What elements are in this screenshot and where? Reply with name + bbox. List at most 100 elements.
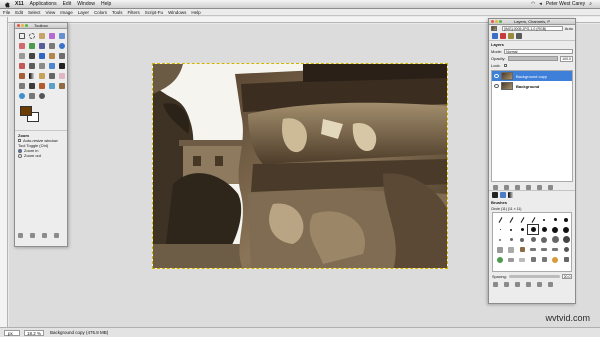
brush-item[interactable] [539,245,549,254]
brush-item[interactable] [539,215,549,224]
flip-tool[interactable] [47,61,56,70]
brush-item[interactable] [528,235,538,244]
tab-undo[interactable] [516,33,522,39]
reset-options-icon[interactable] [54,233,59,238]
brush-item[interactable] [495,235,505,244]
volume-icon[interactable]: ◂ [539,1,542,7]
brush-item[interactable] [495,255,505,264]
zoom-out-option[interactable]: Zoom out [18,153,64,158]
brush-item[interactable] [561,235,571,244]
ellipse-select-tool[interactable] [27,31,36,40]
menu-edit[interactable]: Edit [15,10,23,15]
color-picker-tool[interactable] [47,41,56,50]
auto-button[interactable]: Auto [565,26,573,31]
brush-item[interactable] [517,245,527,254]
zoom-icon[interactable] [499,20,502,23]
brush-item[interactable] [495,245,505,254]
brush-item[interactable] [517,235,527,244]
minimize-icon[interactable] [495,20,498,23]
lock-alpha-checkbox[interactable] [503,64,507,67]
perspective-clone-tool[interactable] [57,81,66,90]
anchor-layer-icon[interactable] [537,185,542,190]
minimize-icon[interactable] [21,24,24,27]
layer-name[interactable]: Background [516,84,539,89]
fuzzy-select-tool[interactable] [47,31,56,40]
menu-applications[interactable]: Applications [30,1,57,7]
brush-item[interactable] [550,235,560,244]
unit-select[interactable]: px [4,329,20,336]
brush-item[interactable] [550,245,560,254]
zoom-out-radio[interactable] [18,153,22,158]
menu-view[interactable]: View [46,10,56,15]
brush-item[interactable] [506,235,516,244]
smudge-tool[interactable] [27,91,36,100]
auto-resize-checkbox[interactable] [18,139,21,143]
menu-window[interactable]: Window [77,1,95,7]
crop-tool[interactable] [47,51,56,60]
menu-select[interactable]: Select [28,10,41,15]
layer-row[interactable]: Background copy [492,71,572,81]
tab-patterns[interactable] [500,192,506,198]
brush-item[interactable] [561,255,571,264]
scale-tool[interactable] [17,61,26,70]
tab-paths[interactable] [508,33,514,39]
layer-row[interactable]: Background [492,81,572,91]
toolbox-titlebar[interactable]: Toolbox [15,23,67,29]
menu-colors[interactable]: Colors [94,10,107,15]
eraser-tool[interactable] [57,71,66,80]
clone-tool[interactable] [37,81,46,90]
brush-item[interactable] [495,225,505,234]
mode-select[interactable]: Normal [504,49,573,54]
menu-file[interactable]: File [3,10,10,15]
duplicate-layer-icon[interactable] [526,185,531,190]
raise-layer-icon[interactable] [504,185,509,190]
shear-tool[interactable] [27,61,36,70]
perspective-tool[interactable] [37,61,46,70]
brush-item[interactable] [528,245,538,254]
dodge-burn-tool[interactable] [37,91,46,100]
brush-item[interactable] [550,255,560,264]
delete-layer-icon[interactable] [548,185,553,190]
brush-item[interactable] [539,255,549,264]
move-tool[interactable] [27,51,36,60]
foreground-select-tool[interactable] [27,41,36,50]
free-select-tool[interactable] [37,31,46,40]
rect-select-tool[interactable] [17,31,26,40]
close-icon[interactable] [17,24,20,27]
new-brush-icon[interactable] [504,282,509,287]
menu-filters[interactable]: Filters [128,10,140,15]
airbrush-tool[interactable] [17,81,26,90]
rotate-tool[interactable] [57,51,66,60]
refresh-brushes-icon[interactable] [537,282,542,287]
align-tool[interactable] [37,51,46,60]
tab-brushes[interactable] [492,192,498,198]
paintbrush-tool[interactable] [47,71,56,80]
layer-name[interactable]: Background copy [516,74,547,79]
opacity-value[interactable]: 100.0 [560,55,573,62]
delete-brush-icon[interactable] [526,282,531,287]
zoom-select[interactable]: 18.2 % [24,329,44,336]
menu-help[interactable]: Help [191,10,200,15]
eye-icon[interactable] [494,84,499,88]
pencil-tool[interactable] [37,71,46,80]
dock-titlebar[interactable]: Layers, Channels, P [489,19,575,25]
new-layer-icon[interactable] [493,185,498,190]
canvas-image[interactable] [152,63,448,269]
heal-tool[interactable] [47,81,56,90]
menu-tools[interactable]: Tools [112,10,123,15]
duplicate-brush-icon[interactable] [515,282,520,287]
save-options-icon[interactable] [18,233,23,238]
vertical-ruler[interactable] [0,17,8,327]
lower-layer-icon[interactable] [515,185,520,190]
open-brush-editor-icon[interactable] [548,282,553,287]
menu-edit[interactable]: Edit [63,1,72,7]
measure-tool[interactable] [17,51,26,60]
brush-item[interactable] [539,235,549,244]
paths-tool[interactable] [37,41,46,50]
foreground-color-swatch[interactable] [20,106,32,116]
zoom-icon[interactable] [25,24,28,27]
menu-help[interactable]: Help [101,1,111,7]
opacity-slider[interactable] [507,56,559,61]
edit-brush-icon[interactable] [493,282,498,287]
brush-item[interactable] [550,225,560,234]
